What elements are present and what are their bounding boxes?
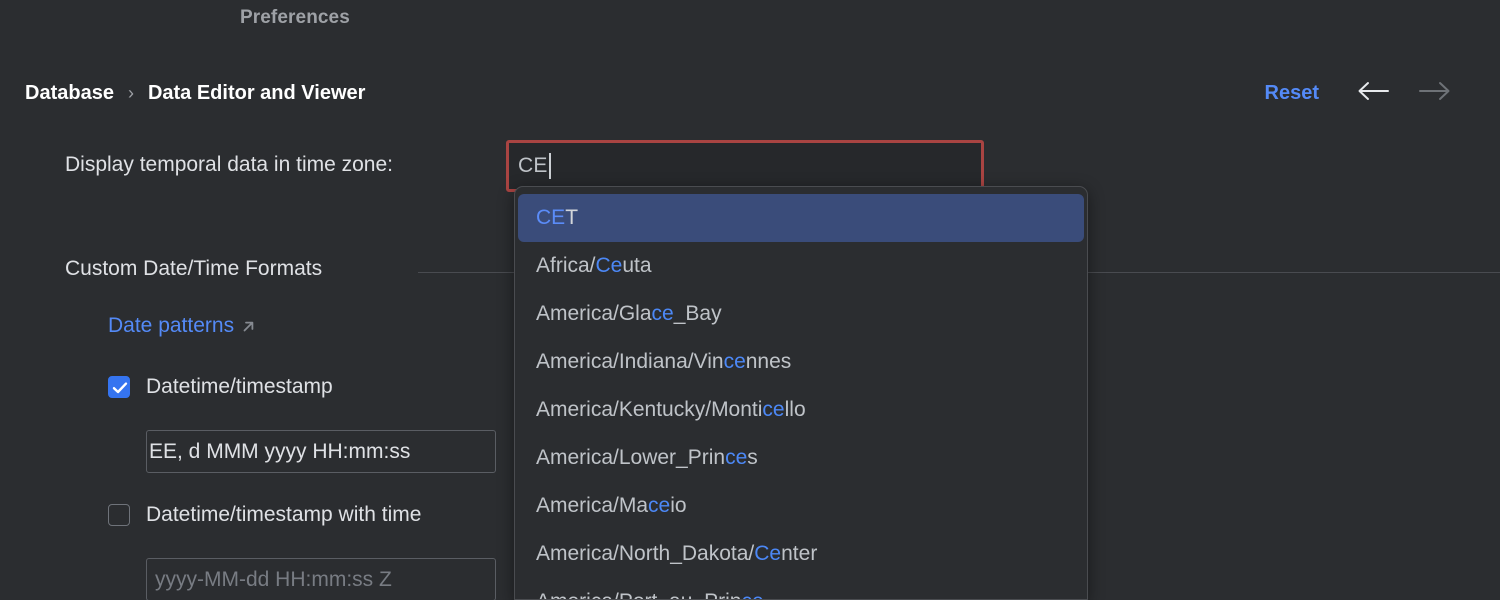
option-text: Africa/ [536,254,596,277]
breadcrumb-separator-icon: › [127,83,134,103]
match-highlight: Ce [595,254,623,277]
option-text: America/Gla [536,302,652,325]
date-patterns-link-label: Date patterns [108,314,235,337]
option-text: T [565,206,579,229]
datetime-timestamp-checkbox[interactable] [108,376,130,398]
match-highlight: ce [762,398,785,421]
datetime-timestamp-tz-pattern-placeholder: yyyy-MM-dd HH:mm:ss Z [155,567,392,591]
window-title: Preferences [240,7,350,28]
datetime-timestamp-tz-label: Datetime/timestamp with time [146,503,422,526]
timezone-input-value: CE [518,154,548,177]
arrow-left-icon[interactable] [1356,80,1390,102]
timezone-option[interactable]: America/North_Dakota/Ce nter [518,530,1084,578]
breadcrumb: Database › Data Editor and Viewer [25,82,365,105]
navigation-arrows [1356,80,1452,102]
option-text: llo [784,398,806,421]
timezone-option[interactable]: America/Lower_Prin ce s [518,434,1084,482]
option-text: America/Ma [536,494,649,517]
match-highlight: CE [536,206,566,229]
text-caret [548,153,551,179]
option-text: io [670,494,687,517]
option-text: uta [622,254,652,277]
arrow-right-icon[interactable] [1418,80,1452,102]
datetime-timestamp-row: Datetime/timestamp [108,375,333,399]
match-highlight: ce [725,446,748,469]
match-highlight: ce [651,302,674,325]
timezone-autocomplete-popup[interactable]: CE T Africa/Ce uta America/Gla ce _Bay America/… [514,186,1088,600]
timezone-option[interactable]: CE T [518,194,1084,242]
timezone-autocomplete-list: CE T Africa/Ce uta America/Gla ce _Bay America/… [515,187,1087,599]
external-link-icon [243,321,254,331]
datetime-timestamp-tz-row: Datetime/timestamp with time [108,503,421,527]
timezone-label: Display temporal data in time zone: [65,153,393,176]
reset-button[interactable]: Reset [1265,82,1319,105]
timezone-row: Display temporal data in time zone: CE [0,140,1500,192]
option-text: _Bay [673,302,722,325]
timezone-option[interactable]: America/Indiana/Vin ce nnes [518,338,1084,386]
match-highlight: ce [648,494,671,517]
timezone-option[interactable]: America/Ma ce io [518,482,1084,530]
match-highlight: ce [741,590,763,599]
timezone-option[interactable]: America/Gla ce _Bay [518,290,1084,338]
datetime-timestamp-tz-pattern-field[interactable]: yyyy-MM-dd HH:mm:ss Z [146,558,496,600]
option-text: s [747,446,758,469]
option-text: America/Indiana/Vin [536,350,724,373]
timezone-option[interactable]: America/Port_au_Prince [518,578,1084,599]
datetime-timestamp-label: Datetime/timestamp [146,375,333,398]
option-text: nnes [745,350,792,373]
section-title-custom-formats: Custom Date/Time Formats [65,257,323,280]
option-text: America/North_Dakota/ [536,542,755,565]
option-text: nter [781,542,818,565]
datetime-timestamp-pattern-field[interactable]: EE, d MMM yyyy HH:mm:ss [146,430,496,473]
timezone-input[interactable]: CE [506,140,984,192]
timezone-option[interactable]: Africa/Ce uta [518,242,1084,290]
option-text: America/Kentucky/Monti [536,398,763,421]
match-highlight: Ce [754,542,782,565]
breadcrumb-item-database[interactable]: Database [25,82,114,105]
datetime-timestamp-tz-checkbox[interactable] [108,504,130,526]
option-text: America/Port_au_Prin [536,590,741,599]
option-text: America/Lower_Prin [536,446,726,469]
check-icon [112,382,128,394]
datetime-timestamp-pattern-value: EE, d MMM yyyy HH:mm:ss [149,439,411,463]
match-highlight: ce [723,350,746,373]
breadcrumb-item-current: Data Editor and Viewer [147,82,366,104]
date-patterns-link[interactable]: Date patterns [108,314,256,338]
timezone-option[interactable]: America/Kentucky/Monti ce llo [518,386,1084,434]
